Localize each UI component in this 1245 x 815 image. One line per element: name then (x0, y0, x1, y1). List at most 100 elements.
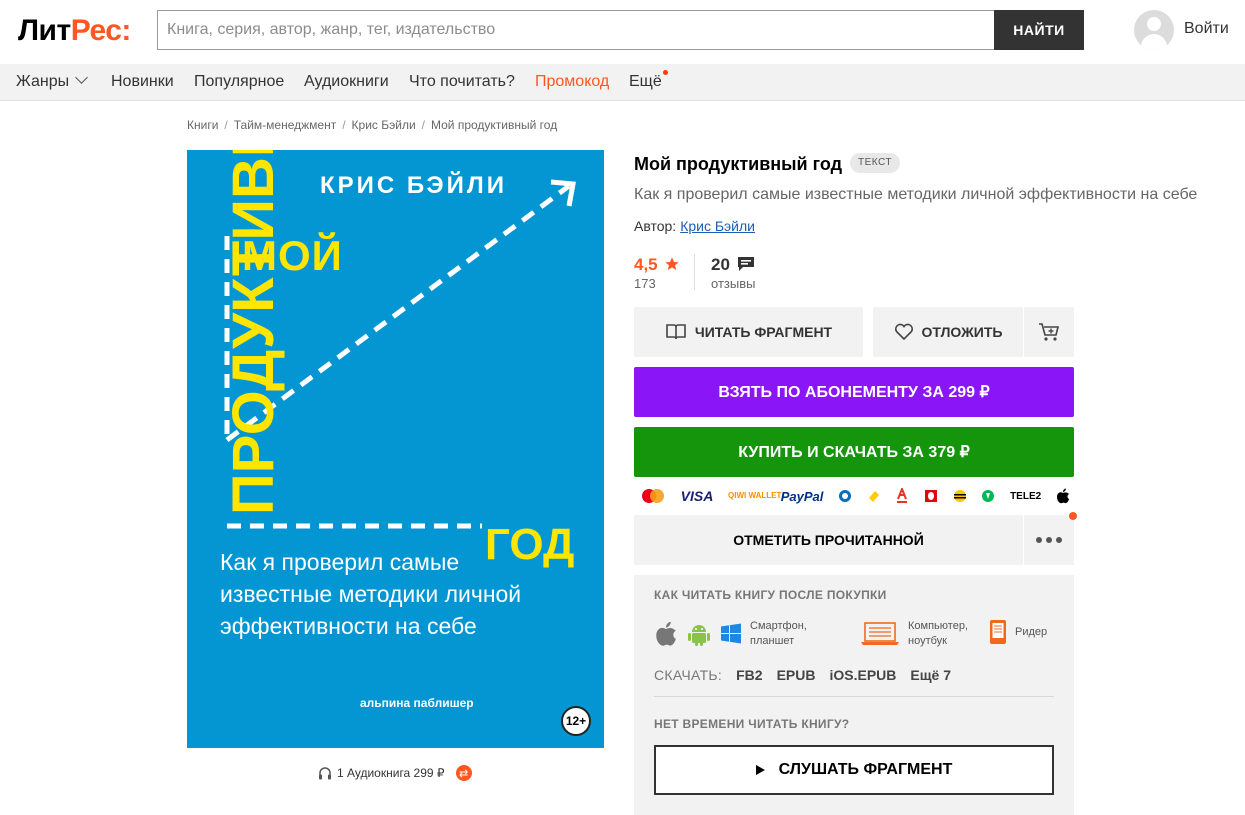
nav-popular[interactable]: Популярное (194, 73, 284, 91)
save-label: ОТЛОЖИТЬ (921, 324, 1003, 340)
add-to-cart-button[interactable] (1024, 307, 1074, 357)
nav-genres[interactable]: Жанры (16, 71, 88, 91)
breadcrumb-separator: / (224, 118, 228, 132)
switch-format-icon: ⇄ (455, 765, 472, 781)
breadcrumb: Книги / Тайм-менеджмент / Крис Бэйли / Мой про… (187, 118, 557, 132)
search-input[interactable] (158, 11, 994, 49)
litres-logo[interactable]: ЛитРес: (18, 14, 131, 48)
rating-divider (694, 254, 695, 290)
format-badge: ТЕКСТ (850, 153, 900, 173)
listen-fragment-label: СЛУШАТЬ ФРАГМЕНТ (778, 761, 953, 778)
device-mobile-label: Смартфон, планшет (750, 619, 807, 649)
star-icon (665, 257, 679, 270)
device-mobile-label-line1: Смартфон, (750, 620, 807, 632)
listen-fragment-button[interactable]: СЛУШАТЬ ФРАГМЕНТ (654, 745, 1054, 795)
visa-icon: VISA (680, 488, 714, 504)
no-time-title: НЕТ ВРЕМЕНИ ЧИТАТЬ КНИГУ? (654, 717, 850, 731)
ereader-icon (990, 620, 1006, 644)
subscription-button[interactable]: ВЗЯТЬ ПО АБОНЕМЕНТУ ЗА 299 ₽ (634, 367, 1074, 417)
buy-button[interactable]: КУПИТЬ И СКАЧАТЬ ЗА 379 ₽ (634, 427, 1074, 477)
logo-text-part2: Рес: (70, 14, 132, 47)
device-mobile[interactable]: Смартфон, планшет (654, 619, 807, 649)
device-computer-label-line1: Компьютер, (908, 620, 968, 632)
device-reader-label: Ридер (1015, 625, 1048, 638)
read-fragment-button[interactable]: ЧИТАТЬ ФРАГМЕНТ (634, 307, 863, 357)
format-ios-epub[interactable]: iOS.EPUB (829, 667, 896, 683)
notification-dot (662, 70, 668, 75)
headphones-icon (319, 767, 331, 780)
breadcrumb-separator: / (342, 118, 346, 132)
device-computer-label-line2: ноутбук (908, 635, 947, 647)
nav-more-label: Ещё (629, 73, 662, 90)
tele2-icon: TELE2 (1010, 490, 1042, 502)
beeline-icon (953, 490, 966, 502)
open-book-icon (666, 324, 686, 340)
nav-audiobooks[interactable]: Аудиокниги (304, 73, 389, 91)
comment-icon (738, 257, 755, 271)
book-title: Мой продуктивный год (634, 154, 843, 174)
chevron-down-icon (75, 71, 88, 84)
device-computer[interactable]: Компьютер, ноутбук (860, 619, 968, 649)
device-computer-label: Компьютер, ноутбук (908, 619, 968, 649)
nav-more[interactable]: Ещё (629, 70, 668, 91)
payment-methods: VISA QIWI WALLET PayPal TELE2 (640, 486, 1070, 506)
play-icon (755, 765, 765, 775)
qiwi-icon: QIWI WALLET (728, 491, 782, 500)
laptop-icon (861, 622, 899, 645)
format-epub[interactable]: EPUB (777, 667, 816, 683)
search-button[interactable]: НАЙТИ (994, 10, 1084, 50)
login-link[interactable]: Войти (1184, 20, 1229, 38)
download-formats: СКАЧАТЬ: FB2 EPUB iOS.EPUB Ещё 7 (654, 667, 951, 683)
download-label: СКАЧАТЬ: (654, 667, 723, 683)
mark-as-read-button[interactable]: ОТМЕТИТЬ ПРОЧИТАННОЙ (634, 515, 1023, 565)
author-label: Автор: (634, 218, 677, 234)
android-icon (688, 625, 710, 646)
paypal-icon: PayPal (780, 488, 824, 504)
divider (654, 696, 1054, 697)
heart-icon (894, 323, 913, 341)
cart-icon (1039, 323, 1060, 341)
reviews-label: отзывы (711, 276, 756, 291)
cover-subtitle: Как я проверил самые известные методики … (220, 549, 522, 639)
save-for-later-button[interactable]: ОТЛОЖИТЬ (873, 307, 1023, 357)
book-cover[interactable]: КРИС БЭЙЛИ МОЙ ПРОДУКТИВНЫЙ ГОД Как я пр… (187, 150, 604, 748)
device-mobile-label-line2: планшет (750, 635, 795, 647)
age-rating-badge: 12+ (561, 706, 591, 736)
audiobook-link[interactable]: 1 Аудиокнига 299 ₽ ⇄ (318, 765, 472, 781)
breadcrumb-books[interactable]: Книги (187, 118, 218, 132)
breadcrumb-time-management[interactable]: Тайм-менеджмент (234, 118, 336, 132)
windows-icon (721, 623, 741, 644)
megafon-icon (982, 490, 995, 502)
format-fb2[interactable]: FB2 (736, 667, 762, 683)
breadcrumb-author[interactable]: Крис Бэйли (352, 118, 416, 132)
how-to-read-title: КАК ЧИТАТЬ КНИГУ ПОСЛЕ ПОКУПКИ (654, 588, 887, 602)
book-subtitle: Как я проверил самые известные методики … (634, 186, 1198, 203)
cover-publisher-logo: альпина паблишер (360, 696, 474, 710)
nav-new[interactable]: Новинки (111, 73, 174, 91)
apple-pay-icon (1056, 488, 1069, 504)
more-options-button[interactable] (1024, 515, 1074, 565)
nav-what-to-read[interactable]: Что почитать? (409, 73, 515, 91)
how-to-read-panel: КАК ЧИТАТЬ КНИГУ ПОСЛЕ ПОКУПКИ Смартфон,… (634, 575, 1074, 815)
search-box: НАЙТИ (157, 10, 1084, 50)
device-reader[interactable]: Ридер (989, 619, 1047, 645)
cover-title-word2: ПРОДУКТИВНЫЙ (221, 150, 286, 515)
audiobook-link-text: 1 Аудиокнига 299 ₽ (337, 766, 445, 780)
nav-promo[interactable]: Промокод (535, 73, 609, 91)
site-header: ЛитРес: НАЙТИ Войти (0, 0, 1245, 64)
user-avatar-icon[interactable] (1134, 10, 1174, 50)
format-more[interactable]: Ещё 7 (910, 667, 951, 683)
cover-author: КРИС БЭЙЛИ (320, 172, 507, 199)
apple-icon (656, 621, 676, 646)
cover-title-vertical: ПРОДУКТИВНЫЙ (215, 150, 575, 520)
logo-text-part1: Лит (18, 14, 71, 47)
reviews-block[interactable]: 20 отзывы (711, 254, 755, 291)
breadcrumb-current: Мой продуктивный год (431, 118, 558, 132)
reviews-count: 20 (711, 255, 730, 274)
author-link[interactable]: Крис Бэйли (680, 218, 755, 234)
rating-count: 173 (634, 276, 656, 291)
read-fragment-label: ЧИТАТЬ ФРАГМЕНТ (694, 324, 833, 340)
nav-genres-label: Жанры (16, 73, 70, 90)
rating-block[interactable]: 4,5 173 (634, 254, 680, 291)
mts-icon (925, 490, 938, 502)
